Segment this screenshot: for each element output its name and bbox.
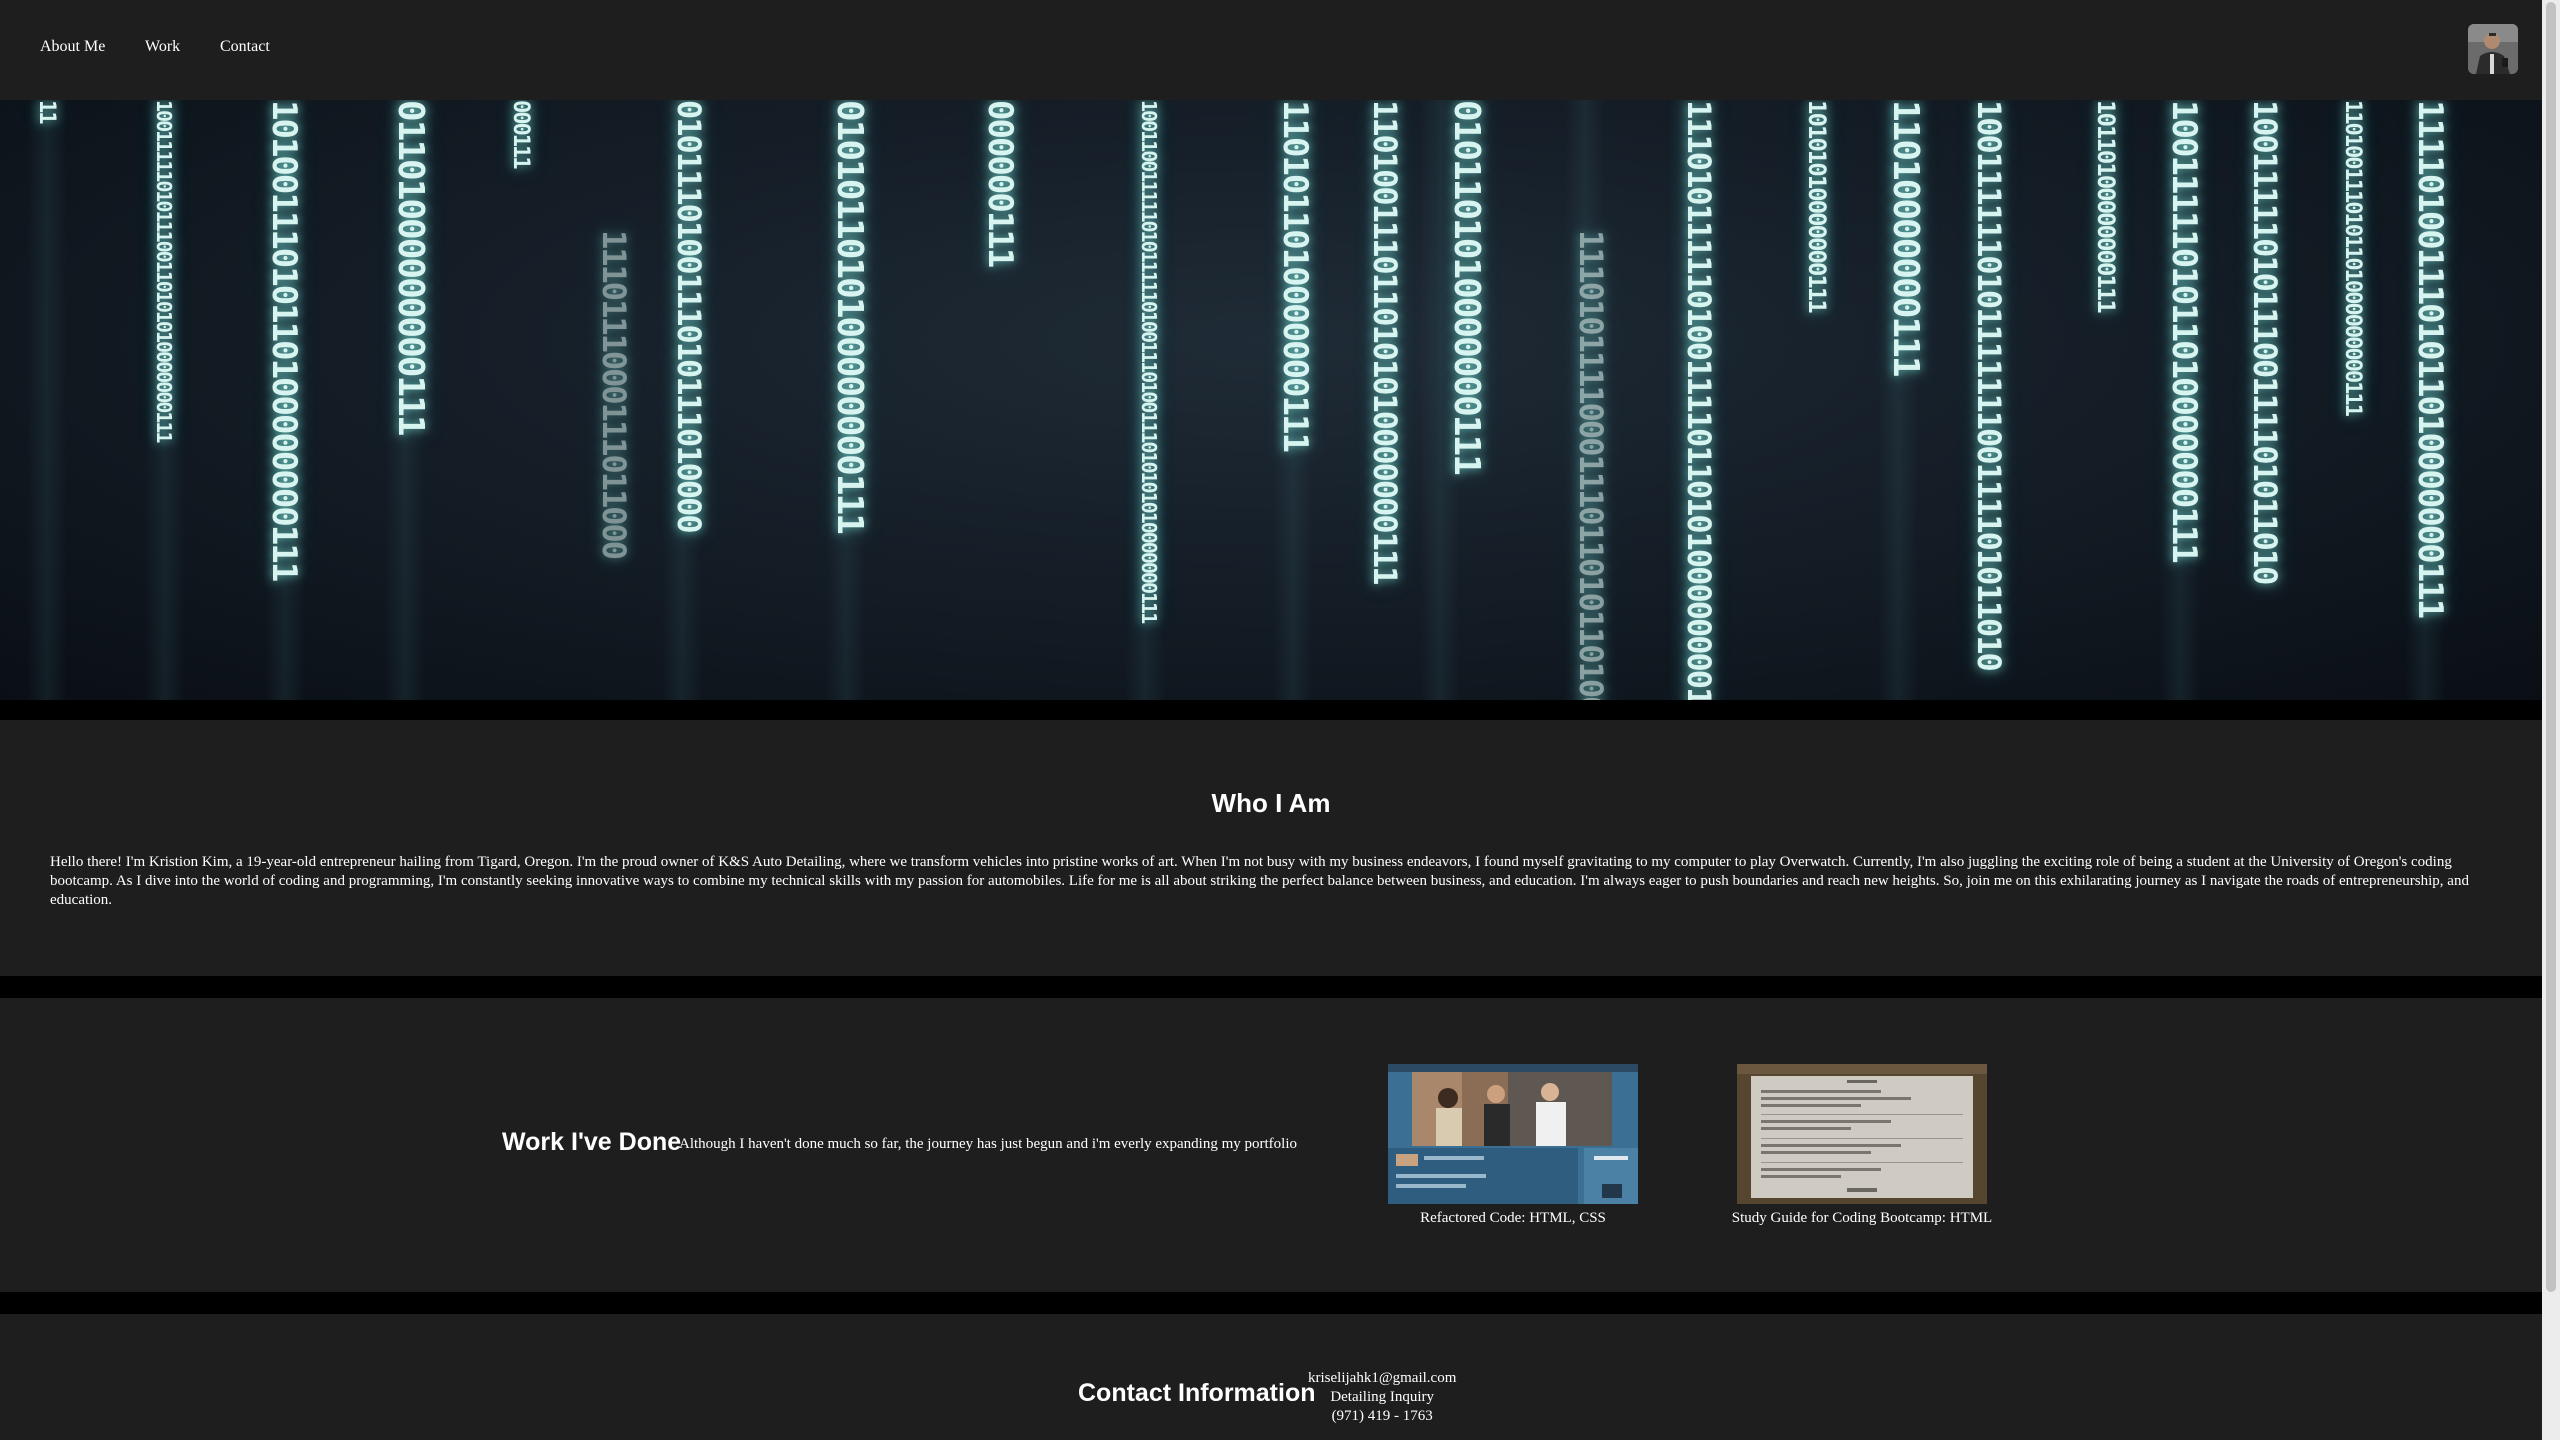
binary-stream: 1101001110101101000000000111: [2340, 100, 2365, 415]
scrollbar-thumb[interactable]: [2546, 2, 2556, 1292]
project-caption[interactable]: Refactored Code: HTML, CSS: [1388, 1210, 1638, 1227]
binary-stream: 1001111101011010000000111: [2164, 100, 2204, 562]
work-tagline: Although I haven't done much so far, the…: [679, 1136, 1298, 1152]
contact-heading: Contact Information: [1078, 1379, 1316, 1407]
nav-link-work[interactable]: Work: [145, 38, 180, 56]
binary-stream: 10110100000000111: [2092, 100, 2120, 312]
binary-stream: 10100111010110100000000111: [264, 100, 304, 581]
binary-stream: 100111111010111111100111101011010: [1970, 100, 2008, 670]
avatar[interactable]: [2468, 24, 2518, 74]
contact-section: Contact Information kriselijahk1@gmail.c…: [0, 1314, 2542, 1440]
binary-stream: 11: [34, 100, 59, 123]
binary-stream: 1111010011101011010000000111: [2410, 100, 2450, 618]
work-heading: Work I've Done: [502, 1128, 682, 1156]
binary-stream: 1001111101011100110101010000000111: [152, 100, 176, 442]
binary-stream: 10101010000000111: [1803, 100, 1831, 312]
binary-stream: 1001100111110101111101001110100111010101…: [1137, 100, 1161, 623]
binary-stream: 11010000000111: [1885, 100, 1926, 376]
binary-stream: 0101011010100000000111: [829, 100, 870, 533]
binary-stream: 1101011010000000111: [1275, 100, 1315, 451]
top-nav: About Me Work Contact: [0, 0, 2542, 100]
binary-stream: 1110111000111011000: [595, 230, 633, 559]
binary-stream: 11101011111010011110110101000000001: [1680, 100, 1718, 700]
about-body: Hello there! I'm Kristion Kim, a 19-year…: [50, 854, 2469, 908]
binary-stream: 1001111101011100111101011010: [2246, 100, 2284, 584]
about-section: Who I Am Hello there! I'm Kristion Kim, …: [0, 720, 2542, 976]
hero-banner: 11 1001111101011100110101010000000111 10…: [0, 100, 2542, 700]
binary-stream: 1101001110110101010000000111: [1366, 100, 1404, 584]
work-section: Work I've Done Although I haven't done m…: [0, 998, 2542, 1292]
page: About Me Work Contact 11 100111110101110…: [0, 0, 2542, 1440]
about-heading: Who I Am: [1211, 788, 1331, 818]
person-photo-icon: [2468, 24, 2518, 74]
contact-email[interactable]: kriselijahk1@gmail.com: [1308, 1369, 1456, 1388]
contact-info: kriselijahk1@gmail.com Detailing Inquiry…: [1308, 1369, 1456, 1426]
contact-phone[interactable]: (971) 419 - 1763: [1308, 1407, 1456, 1426]
binary-stream: 1110101111000111011010110100: [1572, 230, 1610, 700]
nav-link-about-me[interactable]: About Me: [40, 38, 105, 56]
project-caption[interactable]: Study Guide for Coding Bootcamp: HTML: [1723, 1210, 2001, 1227]
binary-stream: 000000111: [980, 100, 1020, 267]
vertical-scrollbar[interactable]: [2542, 0, 2560, 1440]
binary-stream: 000111: [508, 100, 533, 168]
nav-link-contact[interactable]: Contact: [220, 38, 270, 56]
project-card-study-guide[interactable]: Study Guide for Coding Bootcamp: HTML: [1723, 1064, 2001, 1227]
website-screenshot-icon[interactable]: [1388, 1064, 1638, 1204]
website-screenshot-icon[interactable]: [1737, 1064, 1987, 1204]
binary-stream: 01101000000000111: [390, 100, 431, 435]
binary-stream: 0101101010000000111: [1446, 100, 1487, 474]
contact-inquiry: Detailing Inquiry: [1330, 1389, 1435, 1405]
binary-stream: 0101110100111010111010000: [670, 100, 708, 532]
project-card-refactored-code[interactable]: Refactored Code: HTML, CSS: [1388, 1064, 1638, 1227]
